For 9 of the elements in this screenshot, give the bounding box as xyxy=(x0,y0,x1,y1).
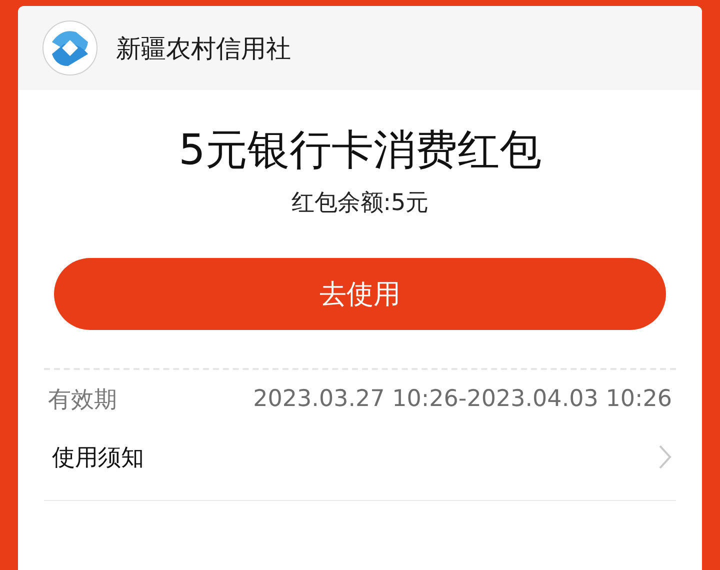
bank-logo-icon xyxy=(42,20,98,76)
chevron-right-icon xyxy=(658,444,672,470)
coupon-title: 5元银行卡消费红包 xyxy=(178,124,542,176)
bank-name: 新疆农村信用社 xyxy=(116,32,291,64)
usage-notes-link[interactable]: 使用须知 xyxy=(48,442,144,472)
coupon-balance: 红包余额:5元 xyxy=(291,189,429,218)
validity-value: 2023.03.27 10:26-2023.04.03 10:26 xyxy=(253,386,672,412)
validity-label: 有效期 xyxy=(48,386,117,414)
use-button[interactable]: 去使用 xyxy=(54,258,666,330)
